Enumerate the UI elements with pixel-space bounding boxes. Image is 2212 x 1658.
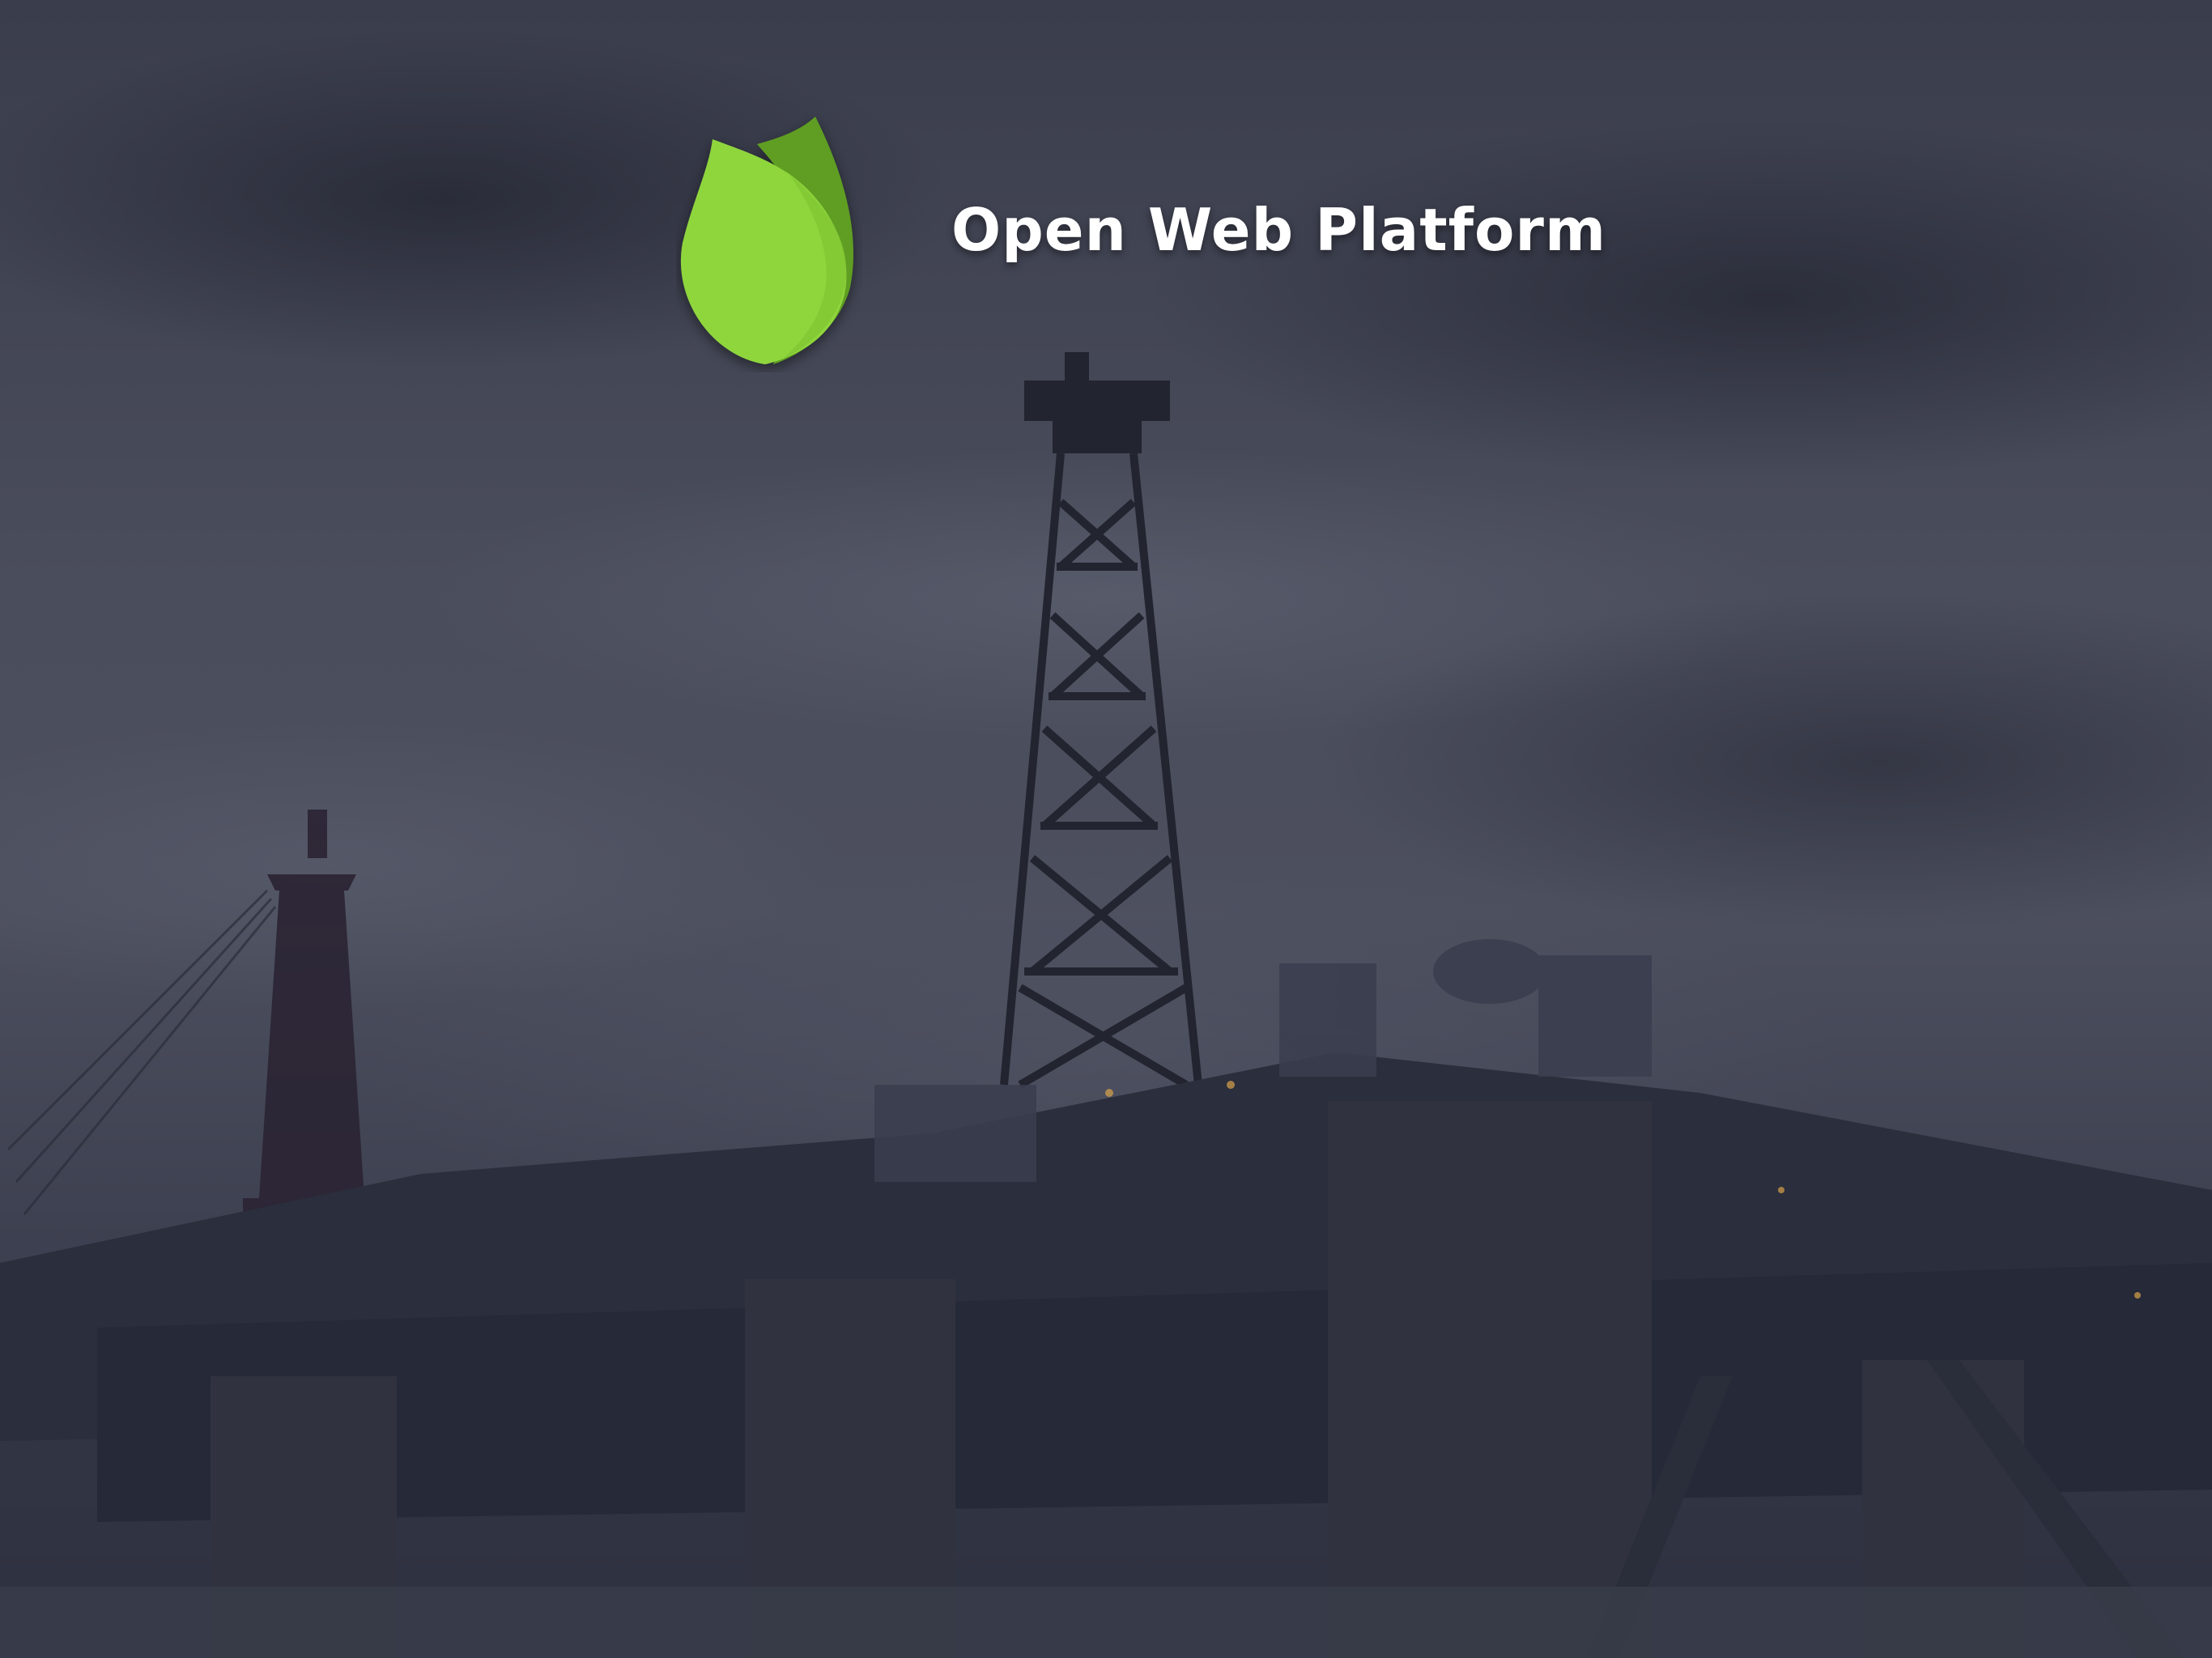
slide: Open Web Platform <box>0 0 2212 1658</box>
slide-title: Open Web Platform <box>951 196 1606 264</box>
green-leaf-icon <box>680 117 854 364</box>
